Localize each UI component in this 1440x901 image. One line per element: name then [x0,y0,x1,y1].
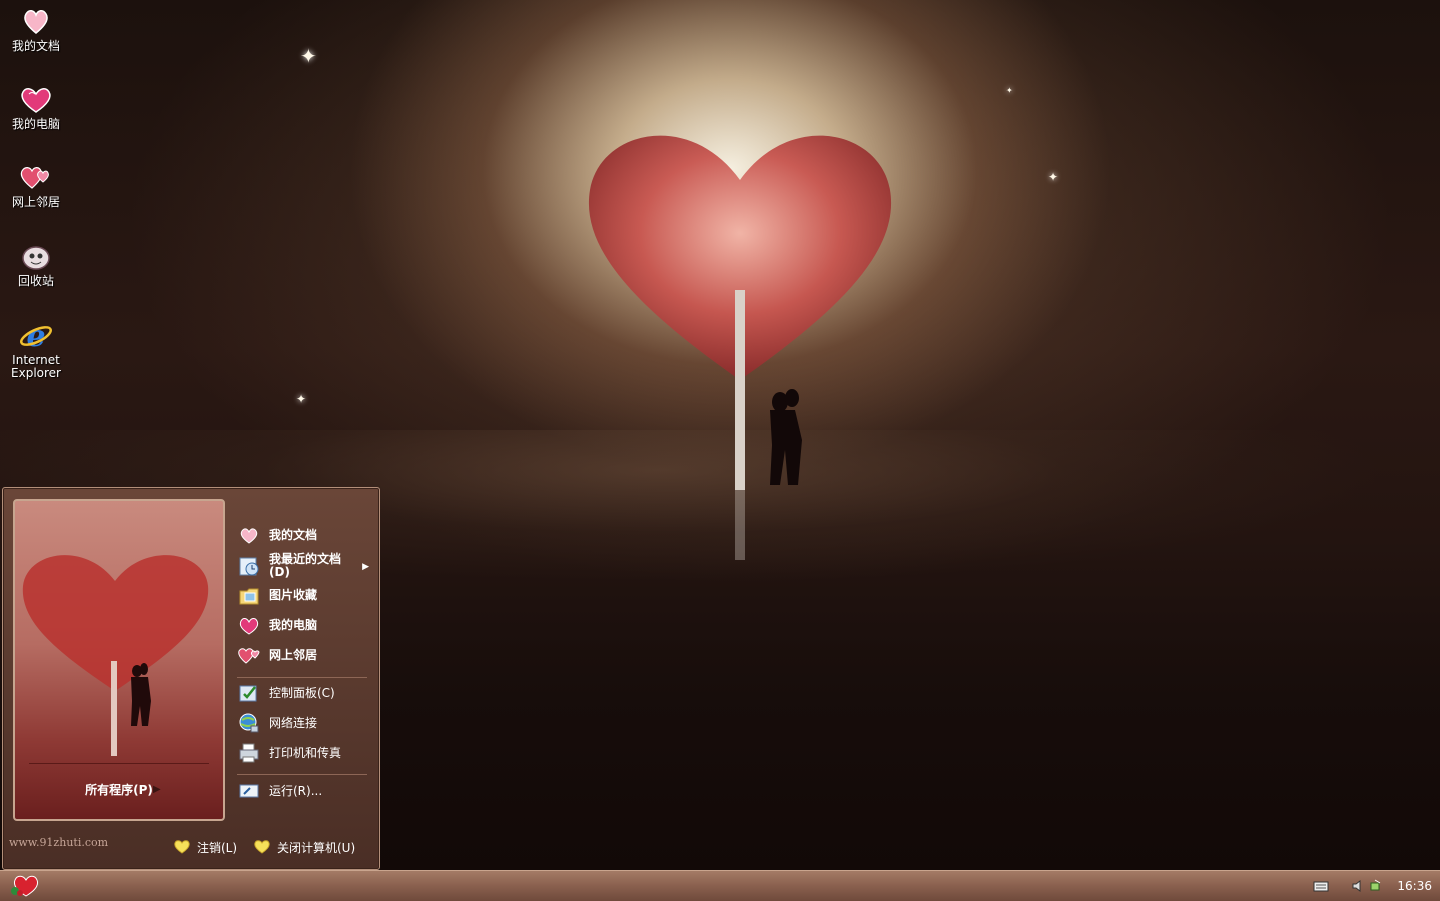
start-item-my-pictures[interactable]: 图片收藏 [237,582,373,608]
start-item-printers[interactable]: 打印机和传真 [237,740,373,766]
start-item-label: 打印机和传真 [269,745,342,760]
submenu-arrow-icon: ▶ [362,562,369,572]
start-item-network-connections[interactable]: 网络连接 [237,710,373,736]
network-places-heart-icon [19,160,53,194]
shutdown-label: 关闭计算机(U) [277,841,356,855]
desktop-icon-label: 回收站 [17,274,54,288]
wallpaper-star: ✦ [1006,86,1013,95]
speaker-icon[interactable] [1351,879,1367,893]
start-item-label-line2: (D) [269,565,290,579]
my-documents-heart-icon [19,4,53,38]
start-item-my-documents[interactable]: 我的文档 [237,522,373,548]
start-menu-divider [237,677,367,678]
my-documents-icon [237,523,261,547]
all-programs-arrow-icon: ▶ [153,784,161,795]
desktop-icon-label: 我的电脑 [11,117,60,131]
keyboard-icon[interactable] [1313,880,1329,892]
printers-icon [237,741,261,765]
start-heart-icon [7,872,41,901]
desktop-icon-my-documents[interactable]: 我的文档 [0,4,72,53]
desktop-icon-label: 网上邻居 [11,195,60,209]
network-tray-icon[interactable] [1369,879,1383,893]
start-item-control-panel[interactable]: 控制面板(C) [237,680,373,706]
taskbar-clock: 16:36 [1397,879,1432,893]
svg-text:e: e [26,319,45,351]
desktop-icon-label: 我的文档 [11,39,60,53]
logoff-heart-icon [173,838,191,857]
start-item-label: 我的电脑 [269,617,318,632]
wallpaper-star: ✦ [296,392,307,406]
shutdown-button[interactable]: 关闭计算机(U) [253,838,355,857]
start-item-label: 控制面板(C) [269,685,335,700]
start-menu-divider [237,774,367,775]
start-item-recent-documents[interactable]: 我最近的文档 (D) ▶ [237,550,373,582]
recent-documents-icon [237,554,261,578]
wallpaper-star: ✦ [1048,170,1059,184]
system-tray: 16:36 [1305,871,1440,901]
start-menu-left-panel: 所有程序(P) ▶ [13,499,225,821]
start-item-label: 网上邻居 [269,647,318,662]
logoff-label: 注销(L) [197,841,238,855]
my-pictures-icon [237,583,261,607]
start-item-label: 网络连接 [269,715,318,730]
run-icon [237,779,261,803]
desktop-icon-network-places[interactable]: 网上邻居 [0,160,72,209]
start-item-network-places[interactable]: 网上邻居 [237,642,373,668]
my-computer-icon [237,613,261,637]
start-menu: 所有程序(P) ▶ 我的文档 我最近的文档 (D) ▶ 图片收藏 我的电脑 网上… [2,487,380,870]
desktop-icon-label-line2: Explorer [11,366,61,380]
start-item-my-computer[interactable]: 我的电脑 [237,612,373,638]
start-item-label: 运行(R)... [269,783,323,798]
network-connections-icon [237,711,261,735]
all-programs-button[interactable]: 所有程序(P) ▶ [15,781,223,798]
control-panel-icon [237,681,261,705]
desktop-icon-my-computer[interactable]: 我的电脑 [0,82,72,131]
internet-explorer-icon: e [19,318,53,352]
start-item-label: 图片收藏 [269,587,318,602]
logoff-button[interactable]: 注销(L) [173,838,237,857]
desktop-icon-recycle-bin[interactable]: 回收站 [0,239,72,288]
heart-tree-illustration [588,135,892,560]
start-item-label: 我的文档 [269,527,318,542]
taskbar: 16:36 [0,870,1440,901]
all-programs-label: 所有程序(P) [85,783,153,797]
network-places-icon [237,643,261,667]
all-programs-separator [29,763,209,764]
recycle-bin-icon [19,239,53,273]
start-item-run[interactable]: 运行(R)... [237,778,373,804]
start-menu-heart-tree-picture [22,555,209,756]
wallpaper-star: ✦ [300,44,317,68]
start-menu-watermark: www.91zhuti.com [9,836,109,849]
start-button[interactable] [4,872,44,900]
desktop-icon-internet-explorer[interactable]: e Internet Explorer [0,318,72,380]
shutdown-heart-icon [253,838,271,857]
my-computer-heart-icon [19,82,53,116]
